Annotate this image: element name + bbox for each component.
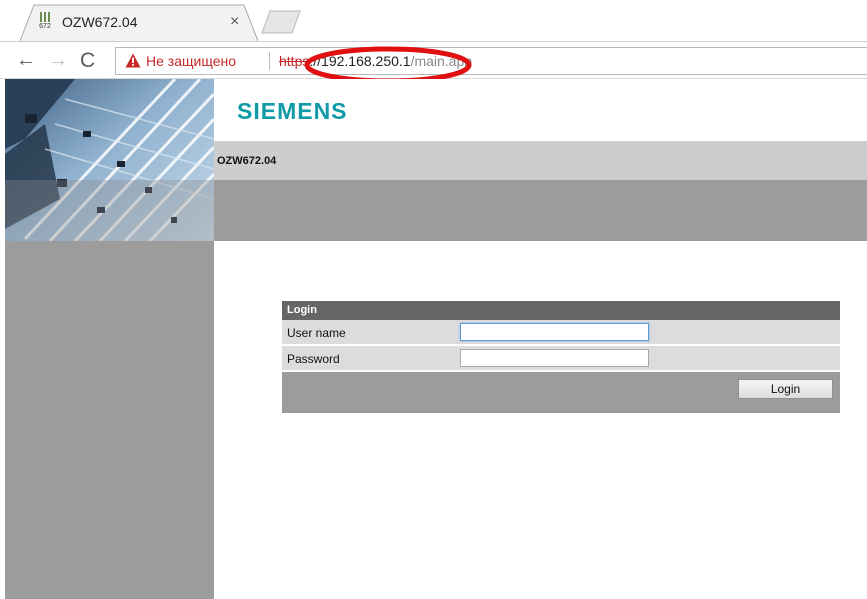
new-tab-button[interactable] xyxy=(260,10,302,34)
url-separator: :// xyxy=(309,53,322,69)
close-icon[interactable]: × xyxy=(230,13,239,31)
back-arrow-icon[interactable]: ← xyxy=(16,49,36,72)
login-header: Login xyxy=(282,301,840,320)
address-bar[interactable]: Не защищено https://192.168.250.1/main.a… xyxy=(115,47,867,75)
device-name: OZW672.04 xyxy=(217,155,277,167)
browser-tab[interactable]: 672 OZW672.04 × xyxy=(20,4,258,41)
login-footer: Login xyxy=(282,372,840,413)
password-input[interactable] xyxy=(460,349,649,367)
url-text[interactable]: https://192.168.250.1/main.app xyxy=(279,53,472,69)
left-sidebar xyxy=(5,241,214,599)
login-title: Login xyxy=(287,304,317,316)
reload-icon[interactable]: C xyxy=(80,49,95,73)
header-building-image xyxy=(5,79,214,241)
username-row: User name xyxy=(282,320,840,345)
navigation-band xyxy=(214,180,867,241)
forward-arrow-icon[interactable]: → xyxy=(48,49,68,72)
password-row: Password xyxy=(282,346,840,371)
tab-favicon-icon: 672 xyxy=(35,12,55,34)
siemens-logo: SIEMENS xyxy=(237,98,348,124)
username-input[interactable] xyxy=(460,323,649,341)
password-label: Password xyxy=(287,352,340,366)
url-host: 192.168.250.1 xyxy=(321,53,411,69)
web-page: SIEMENS OZW672.04 Login User name Passwo… xyxy=(5,79,867,599)
browser-tab-strip: 672 OZW672.04 × xyxy=(0,0,867,41)
tab-title: OZW672.04 xyxy=(62,14,138,30)
url-scheme: https xyxy=(279,53,310,69)
login-button[interactable]: Login xyxy=(738,379,833,399)
logo-area: SIEMENS xyxy=(214,79,867,141)
login-panel: Login User name Password Login xyxy=(282,301,840,413)
address-divider xyxy=(269,52,270,70)
security-warning[interactable]: Не защищено xyxy=(146,53,236,69)
url-path: /main.app xyxy=(410,53,473,69)
username-label: User name xyxy=(287,326,346,340)
device-bar: OZW672.04 xyxy=(214,141,867,180)
browser-toolbar: ← → C Не защищено https://192.168.250.1/… xyxy=(0,41,867,79)
warning-triangle-icon xyxy=(125,53,141,68)
tab-shape xyxy=(20,4,258,41)
